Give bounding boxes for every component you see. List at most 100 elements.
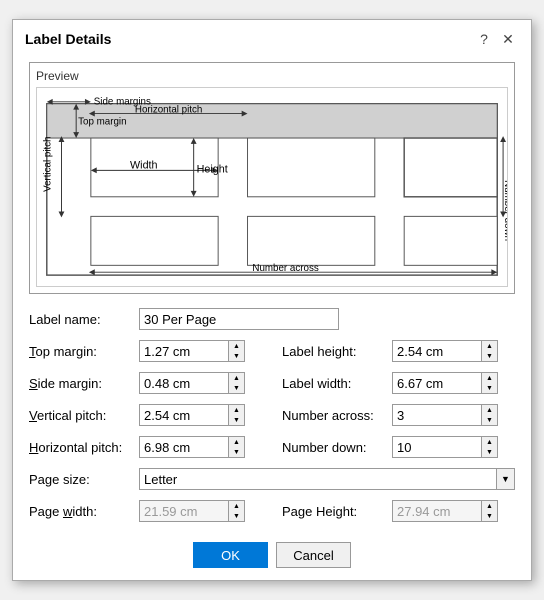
dialog-title: Label Details [25, 31, 111, 47]
close-button[interactable]: ✕ [497, 28, 519, 50]
top-margin-input-wrap: ▲ ▼ [139, 340, 262, 362]
number-across-row: Number across: ▲ ▼ [282, 402, 515, 428]
diagram-svg: Top margin Side margins Horizontal pitch [37, 88, 507, 286]
svg-text:Top margin: Top margin [78, 116, 126, 127]
label-name-row: Label name: [29, 306, 515, 332]
top-margin-up[interactable]: ▲ [229, 341, 244, 351]
label-name-input[interactable] [139, 308, 339, 330]
side-margin-up[interactable]: ▲ [229, 373, 244, 383]
help-button[interactable]: ? [473, 28, 495, 50]
svg-text:Horizontal pitch: Horizontal pitch [135, 105, 202, 116]
svg-text:Number across: Number across [252, 263, 318, 274]
page-height-up[interactable]: ▲ [482, 501, 497, 511]
page-height-label: Page Height: [282, 504, 392, 519]
vertical-pitch-input[interactable] [139, 404, 229, 426]
number-across-up[interactable]: ▲ [482, 405, 497, 415]
button-row: OK Cancel [29, 542, 515, 568]
page-height-input-wrap: ▲ ▼ [392, 500, 515, 522]
form-two-col: Top margin: ▲ ▼ Label height: [29, 338, 515, 466]
number-across-label: Number across: [282, 408, 392, 423]
number-across-input-wrap: ▲ ▼ [392, 404, 515, 426]
horizontal-pitch-spinner: ▲ ▼ [229, 436, 245, 458]
preview-label: Preview [36, 69, 508, 83]
svg-text:Width: Width [130, 159, 158, 171]
label-width-input[interactable] [392, 372, 482, 394]
label-height-row: Label height: ▲ ▼ [282, 338, 515, 364]
page-size-input-wrap: ▼ [139, 468, 515, 490]
horizontal-pitch-input[interactable] [139, 436, 229, 458]
top-margin-input[interactable] [139, 340, 229, 362]
page-width-input[interactable] [139, 500, 229, 522]
number-down-input-wrap: ▲ ▼ [392, 436, 515, 458]
label-height-up[interactable]: ▲ [482, 341, 497, 351]
side-margin-input[interactable] [139, 372, 229, 394]
vertical-pitch-down[interactable]: ▼ [229, 415, 244, 425]
side-margin-row: Side margin: ▲ ▼ [29, 370, 262, 396]
vertical-pitch-up[interactable]: ▲ [229, 405, 244, 415]
page-width-row: Page width: ▲ ▼ [29, 498, 262, 524]
svg-text:Vertical pitch: Vertical pitch [43, 136, 54, 191]
label-details-dialog: Label Details ? ✕ Preview [12, 19, 532, 581]
top-margin-label: Top margin: [29, 344, 139, 359]
page-size-input[interactable] [139, 468, 497, 490]
page-size-dropdown[interactable]: ▼ [497, 468, 515, 490]
label-width-down[interactable]: ▼ [482, 383, 497, 393]
horizontal-pitch-input-wrap: ▲ ▼ [139, 436, 262, 458]
vertical-pitch-input-wrap: ▲ ▼ [139, 404, 262, 426]
title-bar-controls: ? ✕ [473, 28, 519, 50]
top-margin-spinner: ▲ ▼ [229, 340, 245, 362]
number-down-label: Number down: [282, 440, 392, 455]
page-size-row: Page size: ▼ [29, 466, 515, 492]
page-height-row: Page Height: ▲ ▼ [282, 498, 515, 524]
page-width-input-wrap: ▲ ▼ [139, 500, 262, 522]
page-width-spinner: ▲ ▼ [229, 500, 245, 522]
page-width-down[interactable]: ▼ [229, 511, 244, 521]
number-across-spinner: ▲ ▼ [482, 404, 498, 426]
label-name-input-wrap [139, 308, 515, 330]
page-width-label: Page width: [29, 504, 139, 519]
top-margin-row: Top margin: ▲ ▼ [29, 338, 262, 364]
cancel-button[interactable]: Cancel [276, 542, 351, 568]
label-height-spinner: ▲ ▼ [482, 340, 498, 362]
number-across-down[interactable]: ▼ [482, 415, 497, 425]
page-dimensions-row: Page width: ▲ ▼ Page Height: ▲ [29, 498, 515, 530]
label-width-input-wrap: ▲ ▼ [392, 372, 515, 394]
preview-section: Preview [29, 62, 515, 294]
horizontal-pitch-up[interactable]: ▲ [229, 437, 244, 447]
dialog-body: Preview [13, 56, 531, 580]
label-height-down[interactable]: ▼ [482, 351, 497, 361]
number-down-input[interactable] [392, 436, 482, 458]
side-margin-label: Side margin: [29, 376, 139, 391]
horizontal-pitch-label: Horizontal pitch: [29, 440, 139, 455]
label-width-row: Label width: ▲ ▼ [282, 370, 515, 396]
page-height-input[interactable] [392, 500, 482, 522]
label-name-label: Label name: [29, 312, 139, 327]
number-down-up[interactable]: ▲ [482, 437, 497, 447]
svg-text:Number down: Number down [502, 180, 507, 241]
title-bar: Label Details ? ✕ [13, 20, 531, 56]
number-down-spinner: ▲ ▼ [482, 436, 498, 458]
preview-canvas: Top margin Side margins Horizontal pitch [36, 87, 508, 287]
label-height-input[interactable] [392, 340, 482, 362]
side-margin-spinner: ▲ ▼ [229, 372, 245, 394]
page-height-down[interactable]: ▼ [482, 511, 497, 521]
horizontal-pitch-down[interactable]: ▼ [229, 447, 244, 457]
top-margin-down[interactable]: ▼ [229, 351, 244, 361]
number-across-input[interactable] [392, 404, 482, 426]
label-width-label: Label width: [282, 376, 392, 391]
side-margin-down[interactable]: ▼ [229, 383, 244, 393]
page-height-spinner: ▲ ▼ [482, 500, 498, 522]
label-height-input-wrap: ▲ ▼ [392, 340, 515, 362]
label-width-spinner: ▲ ▼ [482, 372, 498, 394]
label-height-label: Label height: [282, 344, 392, 359]
ok-button[interactable]: OK [193, 542, 268, 568]
page-width-up[interactable]: ▲ [229, 501, 244, 511]
page-size-label: Page size: [29, 472, 139, 487]
horizontal-pitch-row: Horizontal pitch: ▲ ▼ [29, 434, 262, 460]
vertical-pitch-row: Vertical pitch: ▲ ▼ [29, 402, 262, 428]
number-down-row: Number down: ▲ ▼ [282, 434, 515, 460]
number-down-down[interactable]: ▼ [482, 447, 497, 457]
form-fields: Label name: Top margin: ▲ ▼ [29, 306, 515, 530]
label-width-up[interactable]: ▲ [482, 373, 497, 383]
vertical-pitch-label: Vertical pitch: [29, 408, 139, 423]
